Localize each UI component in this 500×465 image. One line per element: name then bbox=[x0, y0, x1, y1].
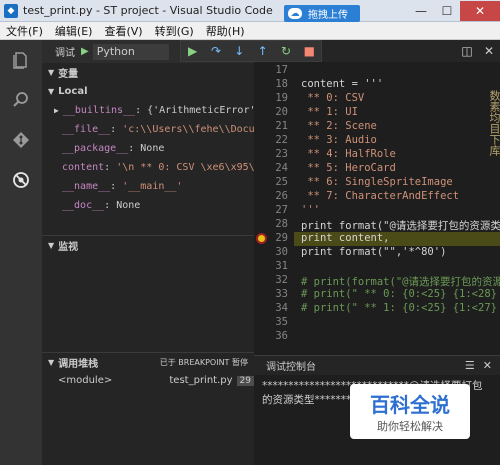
variable-row[interactable]: content: '\n ** 0: CSV \xe6\x95\xb0... bbox=[42, 158, 254, 177]
search-icon[interactable] bbox=[0, 80, 42, 120]
code-line: ** 4: HalfRole bbox=[301, 148, 396, 160]
code-line: ** 5: HeroCard bbox=[301, 162, 396, 174]
line-number: 33 bbox=[275, 288, 288, 300]
frame-module: <module> bbox=[58, 375, 113, 386]
restart-icon[interactable]: ↻ bbox=[277, 44, 295, 58]
code-line: # print(" ** 1: {0:<25} {1:<27} {2 bbox=[301, 302, 500, 314]
pause-status: 已于 BREAKPOINT 暂停 bbox=[159, 357, 248, 367]
debug-label: 调试 bbox=[55, 48, 75, 59]
line-number: 22 bbox=[275, 134, 288, 146]
minimize-button[interactable]: — bbox=[408, 1, 434, 21]
line-number: 24 bbox=[275, 162, 288, 174]
code-line: ** 1: UI bbox=[301, 106, 358, 118]
git-icon[interactable] bbox=[0, 120, 42, 160]
line-number: 23 bbox=[275, 148, 288, 160]
debug-sidebar: 调试 ▶ Python ▼ 变量 ▼ Local ▶ __builtins__: {'… bbox=[42, 40, 254, 465]
code-line: ''' bbox=[301, 204, 320, 216]
code-line: ** 6: SingleSpriteImage bbox=[301, 176, 453, 188]
code-line: ** 3: Audio bbox=[301, 134, 377, 146]
stop-icon[interactable]: ■ bbox=[300, 44, 318, 58]
line-number: 26 bbox=[275, 190, 288, 202]
variable-row[interactable]: __doc__: None bbox=[42, 196, 254, 215]
step-into-icon[interactable]: ↓ bbox=[230, 44, 248, 58]
line-number: 34 bbox=[275, 302, 288, 314]
local-scope[interactable]: ▼ Local bbox=[42, 82, 254, 101]
line-number: 30 bbox=[275, 246, 288, 258]
line-number: 29 bbox=[275, 232, 288, 244]
clear-console-icon[interactable]: ☰ bbox=[465, 359, 475, 372]
variable-row[interactable]: __name__: '__main__' bbox=[42, 177, 254, 196]
close-panel-icon[interactable]: ✕ bbox=[483, 359, 492, 372]
watermark-logo: 百科全说 助你轻松解决 bbox=[350, 384, 470, 439]
code-line: # print(" ** 0: {0:<25} {1:<28} {2 bbox=[301, 288, 500, 300]
line-number: 18 bbox=[275, 78, 288, 90]
line-number: 32 bbox=[275, 274, 288, 286]
variable-row[interactable]: ▶__builtins__: {'ArithmeticError': <... bbox=[42, 101, 254, 120]
line-number: 17 bbox=[275, 64, 288, 76]
code-line: ** 2: Scene bbox=[301, 120, 377, 132]
watch-header[interactable]: ▼ 监视 bbox=[42, 235, 254, 254]
menu-file[interactable]: 文件(F) bbox=[0, 23, 49, 39]
menu-help[interactable]: 帮助(H) bbox=[200, 23, 251, 39]
code-line: print format("",'*^80') bbox=[301, 246, 447, 258]
continue-icon[interactable]: ▶ bbox=[184, 44, 202, 58]
call-stack-header[interactable]: ▼ 调用堆栈 已于 BREAKPOINT 暂停 bbox=[42, 352, 254, 371]
activity-bar bbox=[0, 40, 42, 465]
menu-bar: 文件(F) 编辑(E) 查看(V) 转到(G) 帮助(H) bbox=[0, 22, 500, 40]
menu-edit[interactable]: 编辑(E) bbox=[49, 23, 99, 39]
close-editor-icon[interactable]: ✕ bbox=[478, 44, 500, 58]
chevron-down-icon: ▼ bbox=[48, 240, 55, 250]
maximize-button[interactable]: ☐ bbox=[434, 1, 460, 21]
title-bar: ◆ test_print.py - ST project - Visual St… bbox=[0, 0, 500, 22]
explorer-icon[interactable] bbox=[0, 40, 42, 80]
split-editor-icon[interactable]: ◫ bbox=[456, 44, 478, 58]
line-number: 21 bbox=[275, 120, 288, 132]
close-button[interactable]: ✕ bbox=[460, 0, 500, 21]
variable-row[interactable]: __file__: 'c:\\Users\\fehe\\Documen... bbox=[42, 120, 254, 139]
line-number: 31 bbox=[275, 260, 288, 272]
call-stack-frame[interactable]: <module> test_print.py 29 bbox=[42, 371, 254, 390]
variables-header[interactable]: ▼ 变量 bbox=[42, 63, 254, 82]
line-gutter: 17 18 19 20 21 22 23 24 25 26 27 28 29 3… bbox=[254, 62, 294, 355]
background-text: 数素均目下库 bbox=[488, 90, 500, 156]
code-line: print content, bbox=[301, 232, 390, 244]
step-over-icon[interactable]: ↷ bbox=[207, 44, 225, 58]
code-line: ** 0: CSV bbox=[301, 92, 365, 104]
upload-button[interactable]: ☁ 拖拽上传 bbox=[284, 5, 360, 22]
line-number: 27 bbox=[275, 204, 288, 216]
menu-goto[interactable]: 转到(G) bbox=[149, 23, 200, 39]
code-line: content = ''' bbox=[301, 78, 384, 90]
code-line: # print(format("@请选择要打包的资源 bbox=[301, 276, 500, 288]
code-line: ** 7: CharacterAndEffect bbox=[301, 190, 460, 202]
variable-row[interactable]: __package__: None bbox=[42, 139, 254, 158]
step-out-icon[interactable]: ↑ bbox=[254, 44, 272, 58]
line-number: 19 bbox=[275, 92, 288, 104]
debug-icon[interactable] bbox=[0, 160, 42, 200]
chevron-down-icon: ▼ bbox=[48, 68, 55, 77]
start-debug-icon[interactable]: ▶ bbox=[81, 46, 89, 57]
chevron-right-icon: ▶ bbox=[54, 106, 59, 115]
debug-toolbar: ▶ ↷ ↓ ↑ ↻ ■ bbox=[180, 40, 322, 62]
code-editor[interactable]: 17 18 19 20 21 22 23 24 25 26 27 28 29 3… bbox=[254, 62, 500, 355]
chevron-down-icon: ▼ bbox=[48, 357, 55, 367]
line-number: 28 bbox=[275, 218, 288, 230]
vscode-logo-icon: ◆ bbox=[4, 3, 18, 18]
chevron-down-icon: ▼ bbox=[48, 87, 55, 96]
line-number: 25 bbox=[275, 176, 288, 188]
frame-file: test_print.py bbox=[169, 375, 233, 386]
debug-console-header: 调试控制台 ☰ ✕ bbox=[254, 355, 500, 375]
call-stack-panel: ▼ 调用堆栈 已于 BREAKPOINT 暂停 <module> test_pr… bbox=[42, 352, 254, 390]
code-line: print format("@请选择要打包的资源类型 bbox=[301, 220, 500, 232]
line-number: 35 bbox=[275, 316, 288, 328]
cloud-icon: ☁ bbox=[288, 8, 302, 19]
line-number: 20 bbox=[275, 106, 288, 118]
menu-view[interactable]: 查看(V) bbox=[98, 23, 148, 39]
debug-config-select[interactable]: Python bbox=[92, 43, 169, 60]
line-number: 36 bbox=[275, 330, 288, 342]
frame-line-badge: 29 bbox=[236, 375, 254, 386]
